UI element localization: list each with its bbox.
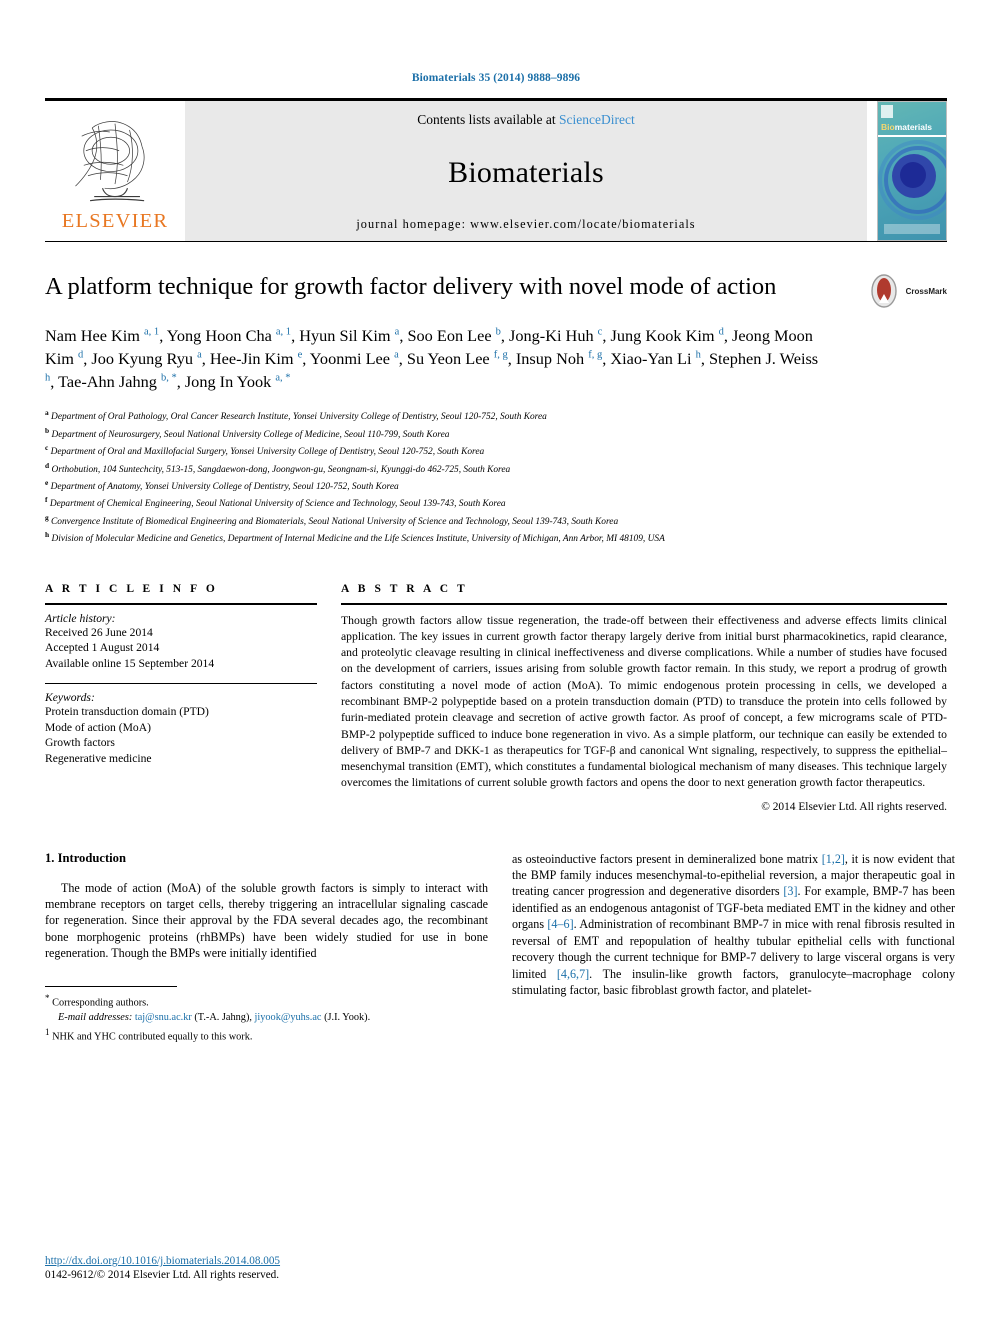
title-block: A platform technique for growth factor d… (45, 272, 947, 308)
contents-prefix: Contents lists available at (417, 112, 559, 127)
affiliation-item: b Department of Neurosurgery, Seoul Nati… (45, 425, 947, 442)
abstract-rule (341, 602, 947, 605)
affiliation-marker: c (45, 443, 49, 453)
article-info-heading: A R T I C L E I N F O (45, 582, 218, 595)
article-info-rule (45, 602, 317, 605)
journal-title: Biomaterials (448, 155, 604, 189)
contents-available-line: Contents lists available at ScienceDirec… (417, 112, 634, 128)
issn-copyright: 0142-9612/© 2014 Elsevier Ltd. All right… (45, 1269, 280, 1281)
body-column-left: 1. Introduction The mode of action (MoA)… (45, 851, 488, 1046)
intro-paragraph-right: as osteoinductive factors present in dem… (512, 851, 955, 998)
affiliation-text: Division of Molecular Medicine and Genet… (51, 534, 665, 545)
affiliation-item: e Department of Anatomy, Yonsei Universi… (45, 477, 947, 494)
history-received: Received 26 June 2014 (45, 625, 153, 639)
running-head: Biomaterials 35 (2014) 9888–9896 (411, 72, 581, 84)
affiliation-text: Department of Anatomy, Yonsei University… (50, 482, 399, 493)
keyword-item: Regenerative medicine (45, 751, 152, 765)
affiliation-item: g Convergence Institute of Biomedical En… (45, 512, 947, 529)
affiliation-text: Department of Oral and Maxillofacial Sur… (50, 447, 485, 458)
footer-doi-block: http://dx.doi.org/10.1016/j.biomaterials… (45, 1255, 280, 1281)
crossmark-icon (870, 274, 897, 308)
author-list: Nam Hee Kim a, 1, Yong Hoon Cha a, 1, Hy… (45, 325, 819, 392)
footnotes-block: * Corresponding authors. E-mail addresse… (45, 985, 488, 1046)
keyword-item: Mode of action (MoA) (45, 720, 151, 734)
email-owner-yook: (J.I. Yook). (324, 1012, 371, 1024)
article-info-column: A R T I C L E I N F O Article history: R… (45, 583, 317, 813)
article-title: A platform technique for growth factor d… (45, 273, 777, 300)
cover-pattern-core (900, 162, 926, 188)
footnote-number-marker: 1 (45, 1027, 50, 1038)
footnote-asterisk: * (45, 992, 50, 1003)
cover-title: Biomaterials (881, 122, 932, 132)
affiliation-item: f Department of Chemical Engineering, Se… (45, 494, 947, 511)
email-owner-jahng: (T.-A. Jahng), (194, 1012, 252, 1024)
sciencedirect-link[interactable]: ScienceDirect (559, 112, 635, 127)
body-column-right: as osteoinductive factors present in dem… (512, 851, 955, 1046)
cover-footer-block (884, 224, 940, 234)
elsevier-logo: ELSEVIER (45, 101, 185, 241)
abstract-copyright: © 2014 Elsevier Ltd. All rights reserved… (761, 800, 947, 813)
crossmark-label: CrossMark (905, 286, 947, 296)
doi-link[interactable]: http://dx.doi.org/10.1016/j.biomaterials… (45, 1255, 280, 1267)
affiliation-marker: h (45, 530, 50, 540)
email-addresses-label: E-mail addresses: (58, 1012, 133, 1024)
affiliation-text: Department of Oral Pathology, Oral Cance… (51, 412, 547, 423)
affiliation-item: c Department of Oral and Maxillofacial S… (45, 442, 947, 459)
affiliation-text: Convergence Institute of Biomedical Engi… (51, 516, 619, 527)
cover-title-part2: materials (894, 122, 933, 132)
history-available-online: Available online 15 September 2014 (45, 656, 215, 670)
cover-title-part1: Bio (881, 122, 895, 132)
footnote-emails: E-mail addresses: taj@snu.ac.kr (T.-A. J… (45, 1011, 488, 1026)
abstract-text: Though growth factors allow tissue regen… (341, 613, 947, 790)
abstract-column: A B S T R A C T Though growth factors al… (317, 583, 947, 813)
affiliation-marker: b (45, 425, 50, 435)
journal-homepage-link[interactable]: journal homepage: www.elsevier.com/locat… (356, 217, 695, 232)
journal-article-first-page: Biomaterials 35 (2014) 9888–9896 ELSEVIE… (0, 0, 992, 1323)
info-abstract-region: A R T I C L E I N F O Article history: R… (45, 583, 947, 813)
footnote-corresponding-text: Corresponding authors. (52, 997, 149, 1009)
intro-paragraph-left: The mode of action (MoA) of the soluble … (45, 880, 488, 961)
email-link-jahng[interactable]: taj@snu.ac.kr (135, 1012, 192, 1023)
affiliation-text: Department of Neurosurgery, Seoul Nation… (51, 429, 450, 440)
affiliation-marker: e (45, 477, 49, 487)
journal-cover-thumbnail: Biomaterials (877, 101, 947, 241)
elsevier-wordmark: ELSEVIER (61, 210, 169, 232)
affiliation-marker: a (45, 408, 49, 418)
cover-header-block (881, 105, 893, 118)
email-link-yook[interactable]: jiyook@yuhs.ac (255, 1012, 322, 1023)
elsevier-tree-icon (63, 105, 167, 209)
keyword-item: Growth factors (45, 736, 115, 750)
masthead-bottom-rule (45, 241, 947, 242)
keywords-group: Keywords: Protein transduction domain (P… (45, 691, 317, 766)
affiliation-marker: f (45, 495, 48, 505)
body-columns: 1. Introduction The mode of action (MoA)… (45, 851, 955, 1046)
affiliation-marker: g (45, 512, 49, 522)
section-heading-introduction: 1. Introduction (45, 850, 126, 865)
footnote-equal-contribution-text: NHK and YHC contributed equally to this … (52, 1031, 253, 1043)
keywords-label: Keywords: (45, 691, 95, 705)
footnote-corresponding: * Corresponding authors. (45, 992, 488, 1011)
footnote-rule (45, 985, 177, 987)
article-history-label: Article history: (45, 611, 116, 625)
affiliation-text: Orthobution, 104 Suntechcity, 513-15, Sa… (51, 464, 511, 475)
history-accepted: Accepted 1 August 2014 (45, 641, 160, 655)
affiliation-item: a Department of Oral Pathology, Oral Can… (45, 407, 947, 424)
crossmark-badge[interactable]: CrossMark (867, 274, 947, 308)
affiliation-item: h Division of Molecular Medicine and Gen… (45, 529, 947, 546)
footnote-equal-contribution: 1 NHK and YHC contributed equally to thi… (45, 1026, 488, 1045)
cover-rule (878, 135, 946, 137)
affiliation-item: d Orthobution, 104 Suntechcity, 513-15, … (45, 460, 947, 477)
journal-band: Contents lists available at ScienceDirec… (185, 101, 867, 241)
affiliation-text: Department of Chemical Engineering, Seou… (49, 499, 506, 510)
keywords-rule (45, 683, 317, 685)
article-history-group: Article history: Received 26 June 2014 A… (45, 612, 317, 672)
affiliation-marker: d (45, 460, 50, 470)
journal-masthead: ELSEVIER Contents lists available at Sci… (45, 98, 947, 241)
keyword-item: Protein transduction domain (PTD) (45, 705, 209, 719)
affiliation-list: a Department of Oral Pathology, Oral Can… (45, 407, 947, 546)
abstract-heading: A B S T R A C T (341, 582, 468, 595)
